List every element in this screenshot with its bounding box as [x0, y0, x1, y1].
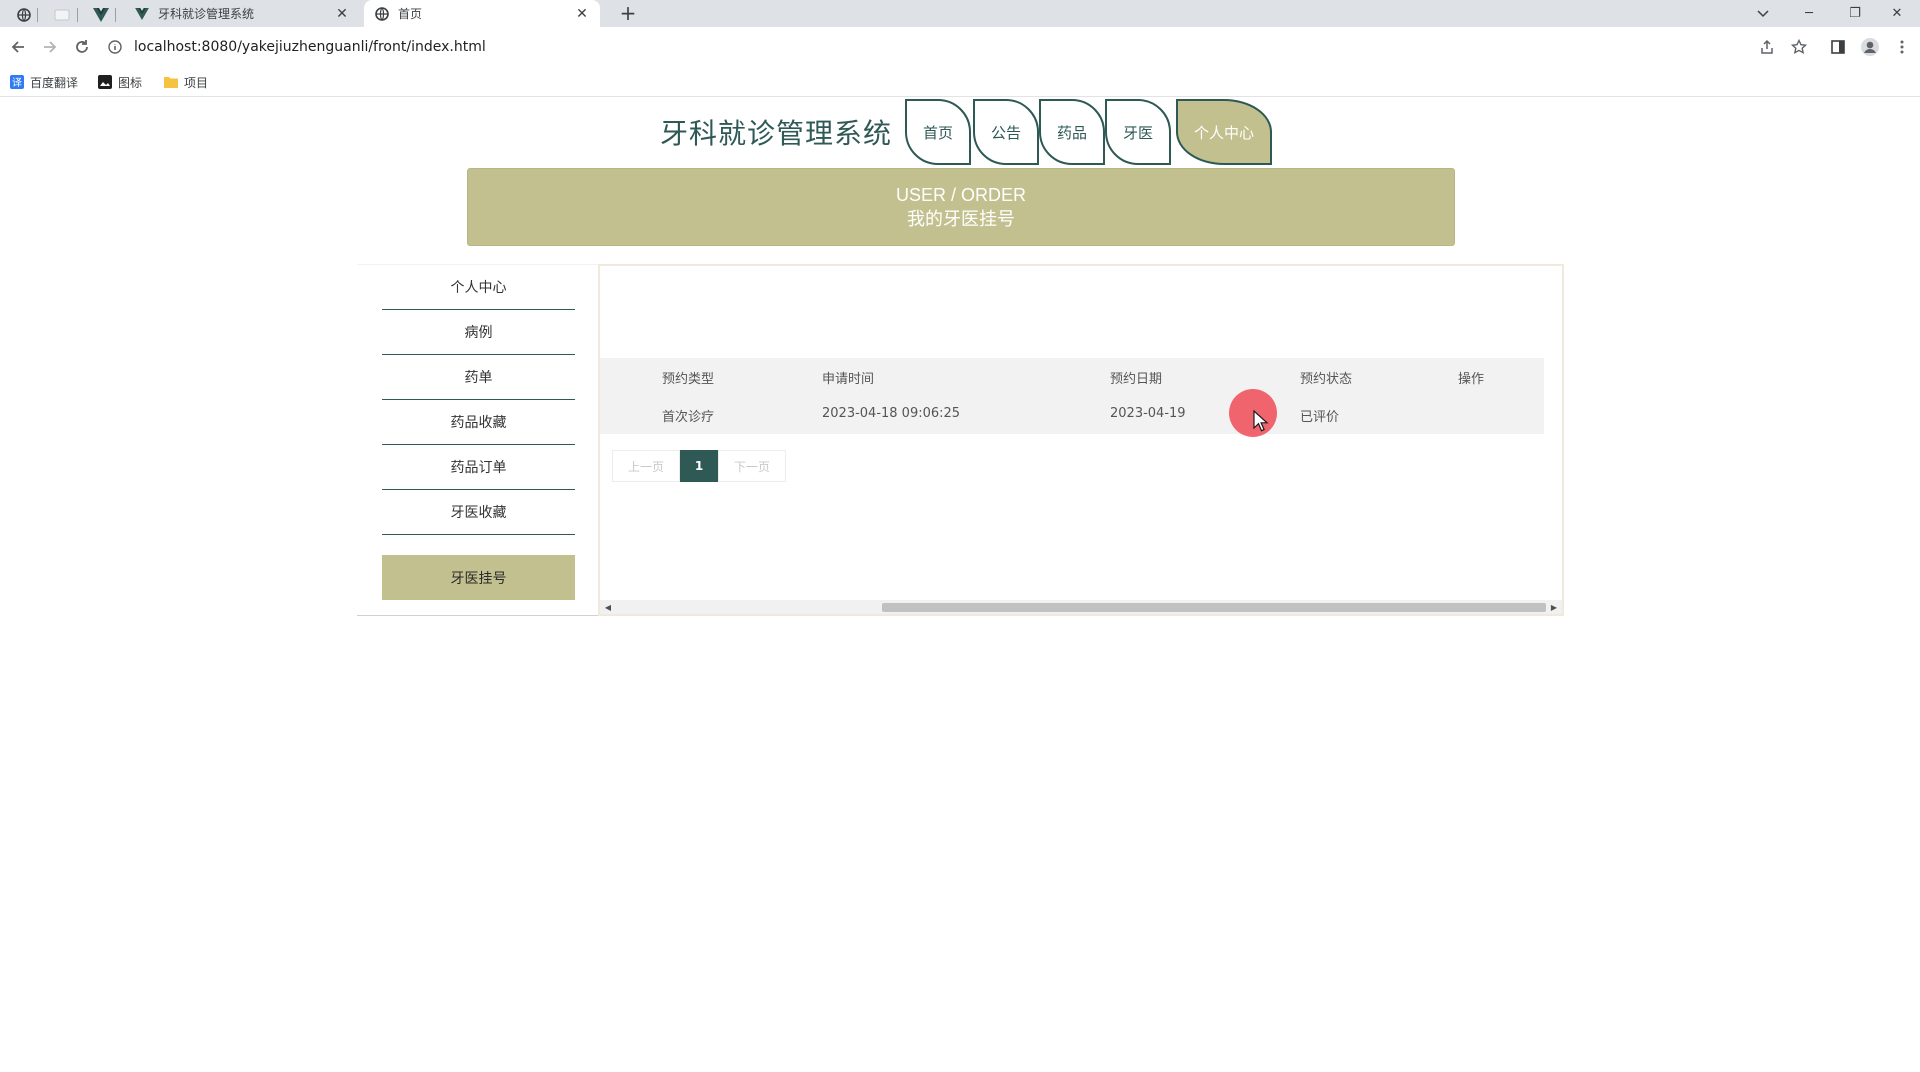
table-cell-date: 2023-04-19 — [1110, 406, 1186, 421]
folder-icon — [164, 75, 178, 89]
pinned-tab-globe[interactable] — [10, 3, 38, 27]
tab-title: 首页 — [398, 7, 423, 21]
vue-logo-icon — [134, 6, 150, 22]
bookmark-label: 项目 — [184, 75, 209, 90]
registration-table: 预约类型 申请时间 预约日期 预约状态 操作 首次诊疗 2023-04-18 0… — [600, 358, 1544, 434]
window-close-button[interactable]: ✕ — [1874, 0, 1920, 27]
star-icon[interactable] — [1787, 35, 1811, 59]
sidebar: 个人中心 病例 药单 药品收藏 药品订单 牙医收藏 牙医挂号 — [357, 264, 599, 616]
bookmark-label: 百度翻译 — [30, 75, 79, 90]
info-icon[interactable] — [106, 38, 124, 56]
arrow-left-icon — [11, 41, 24, 53]
nav-medicine[interactable]: 药品 — [1039, 99, 1105, 165]
sidebar-item-personal-center[interactable]: 个人中心 — [382, 265, 575, 310]
tab-title: 牙科就诊管理系统 — [158, 7, 255, 21]
blank-page-icon — [54, 9, 70, 21]
sidebar-item-medicine-orders[interactable]: 药品订单 — [382, 445, 575, 490]
reload-button[interactable] — [70, 35, 94, 59]
vue-logo-icon — [93, 8, 109, 22]
banner-title: 我的牙医挂号 — [907, 209, 1015, 230]
bookmark-icons[interactable]: 图标 — [98, 73, 142, 91]
nav-home[interactable]: 首页 — [905, 99, 971, 165]
url-text: localhost:8080/yakejiuzhenguanli/front/i… — [134, 39, 486, 55]
scroll-right-icon[interactable]: ▶ — [1548, 601, 1560, 613]
site-title: 牙科就诊管理系统 — [660, 117, 893, 150]
table-cell-type: 首次诊疗 — [662, 410, 715, 425]
browser-toolbar: localhost:8080/yakejiuzhenguanli/front/i… — [0, 27, 1920, 67]
mouse-cursor-icon — [1253, 410, 1269, 432]
sidebar-item-dentist-registration[interactable]: 牙医挂号 — [382, 555, 575, 600]
side-panel-icon[interactable] — [1826, 35, 1850, 59]
pinned-tab-vue[interactable] — [86, 3, 116, 27]
close-tab-icon[interactable]: ✕ — [574, 6, 590, 22]
bookmarks-bar: 译 百度翻译 图标 项目 — [0, 67, 1920, 97]
pinned-tab-blank[interactable] — [46, 3, 78, 27]
table-cell-apply-time: 2023-04-18 09:06:25 — [822, 406, 961, 421]
scroll-left-icon[interactable]: ◀ — [602, 601, 614, 613]
new-tab-button[interactable]: + — [616, 2, 640, 26]
profile-avatar-icon[interactable] — [1858, 35, 1882, 59]
column-header: 预约类型 — [662, 372, 715, 387]
bookmark-projects[interactable]: 项目 — [164, 73, 208, 91]
tab-search-chevron-icon[interactable] — [1740, 0, 1786, 27]
forward-button[interactable] — [38, 35, 62, 59]
translate-icon: 译 — [10, 75, 24, 89]
sidebar-item-prescription[interactable]: 药单 — [382, 355, 575, 400]
table-cell-status: 已评价 — [1300, 410, 1340, 425]
sidebar-item-dentist-favorites[interactable]: 牙医收藏 — [382, 490, 575, 535]
reload-icon — [76, 40, 88, 53]
horizontal-scrollbar[interactable]: ◀ ▶ — [600, 600, 1562, 614]
nav-dentist[interactable]: 牙医 — [1105, 99, 1171, 165]
svg-text:译: 译 — [12, 77, 22, 89]
tab-home[interactable]: 首页 ✕ — [364, 0, 600, 27]
column-header: 预约状态 — [1300, 372, 1353, 387]
sidebar-item-medicine-favorites[interactable]: 药品收藏 — [382, 400, 575, 445]
minimize-button[interactable]: ─ — [1786, 0, 1832, 27]
close-tab-icon[interactable]: ✕ — [334, 6, 350, 22]
nav-personal-center[interactable]: 个人中心 — [1176, 99, 1272, 165]
prev-page-button[interactable]: 上一页 — [612, 450, 680, 482]
column-header: 操作 — [1458, 372, 1485, 387]
image-icon — [98, 75, 112, 89]
column-header: 申请时间 — [822, 372, 875, 387]
back-button[interactable] — [6, 35, 30, 59]
page-banner: USER / ORDER 我的牙医挂号 — [467, 168, 1455, 246]
more-menu-icon[interactable] — [1890, 35, 1914, 59]
globe-icon — [374, 6, 390, 22]
sidebar-item-case[interactable]: 病例 — [382, 310, 575, 355]
banner-subtitle: USER / ORDER — [895, 185, 1027, 205]
browser-tabstrip: 牙科就诊管理系统 ✕ 首页 ✕ + ─ ❐ ✕ — [0, 0, 1920, 27]
arrow-right-icon — [44, 41, 57, 53]
nav-notice[interactable]: 公告 — [973, 99, 1039, 165]
next-page-button[interactable]: 下一页 — [718, 450, 786, 482]
tab-dental-system[interactable]: 牙科就诊管理系统 ✕ — [124, 0, 360, 27]
current-page-button[interactable]: 1 — [680, 450, 718, 482]
column-header: 预约日期 — [1110, 372, 1163, 387]
bookmark-label: 图标 — [118, 75, 143, 90]
address-bar[interactable]: localhost:8080/yakejiuzhenguanli/front/i… — [106, 32, 1786, 62]
globe-icon — [17, 8, 31, 22]
scrollbar-thumb[interactable] — [882, 603, 1546, 612]
share-icon[interactable] — [1755, 35, 1779, 59]
registration-panel: 预约类型 申请时间 预约日期 预约状态 操作 首次诊疗 2023-04-18 0… — [598, 264, 1564, 616]
bookmark-baidu-translate[interactable]: 译 百度翻译 — [10, 73, 78, 91]
restore-button[interactable]: ❐ — [1832, 0, 1878, 27]
pagination: 上一页 1 下一页 — [612, 450, 786, 482]
